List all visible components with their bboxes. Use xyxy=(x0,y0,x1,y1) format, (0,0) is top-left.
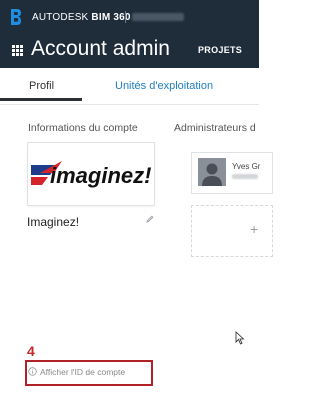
company-name: Imaginez! xyxy=(27,215,80,229)
admin-card[interactable]: Yves Gr xyxy=(191,152,273,194)
top-header: AUTODESK BIM 360 Account admin PROJETS xyxy=(0,0,259,68)
info-icon xyxy=(28,367,37,376)
projects-nav-link[interactable]: PROJETS xyxy=(198,45,242,55)
edit-pencil-icon[interactable] xyxy=(146,215,154,223)
add-admin-card[interactable]: + xyxy=(191,205,273,257)
plus-icon: + xyxy=(250,221,259,237)
administrators-heading: Administrateurs d xyxy=(174,122,256,134)
tab-profil[interactable]: Profil xyxy=(29,80,54,92)
admin-email-blurred xyxy=(232,174,258,179)
logo-wordmark: imaginez! xyxy=(50,163,151,188)
tab-business-units[interactable]: Unités d'exploitation xyxy=(115,80,213,92)
show-account-id-link[interactable]: Afficher l'ID de compte xyxy=(40,367,125,377)
admin-name: Yves Gr xyxy=(232,162,261,171)
company-logo-card: imaginez! xyxy=(27,142,155,206)
mouse-cursor-icon xyxy=(235,331,245,345)
active-tab-indicator xyxy=(0,98,82,101)
account-info-heading: Informations du compte xyxy=(28,122,138,134)
brand-name: AUTODESK BIM 360 xyxy=(32,12,131,23)
page-title: Account admin xyxy=(31,37,170,60)
tab-bar: Profil Unités d'exploitation xyxy=(0,68,259,105)
account-selector-blurred[interactable] xyxy=(132,13,184,21)
brand-separator xyxy=(125,11,126,23)
company-logo: imaginez! xyxy=(31,161,151,188)
person-silhouette-icon xyxy=(202,163,222,186)
avatar xyxy=(198,158,226,186)
bim360-logo-icon[interactable] xyxy=(10,8,22,26)
brand-company: AUTODESK xyxy=(32,12,89,23)
app-grid-icon[interactable] xyxy=(12,45,23,56)
annotation-number: 4 xyxy=(27,343,35,359)
